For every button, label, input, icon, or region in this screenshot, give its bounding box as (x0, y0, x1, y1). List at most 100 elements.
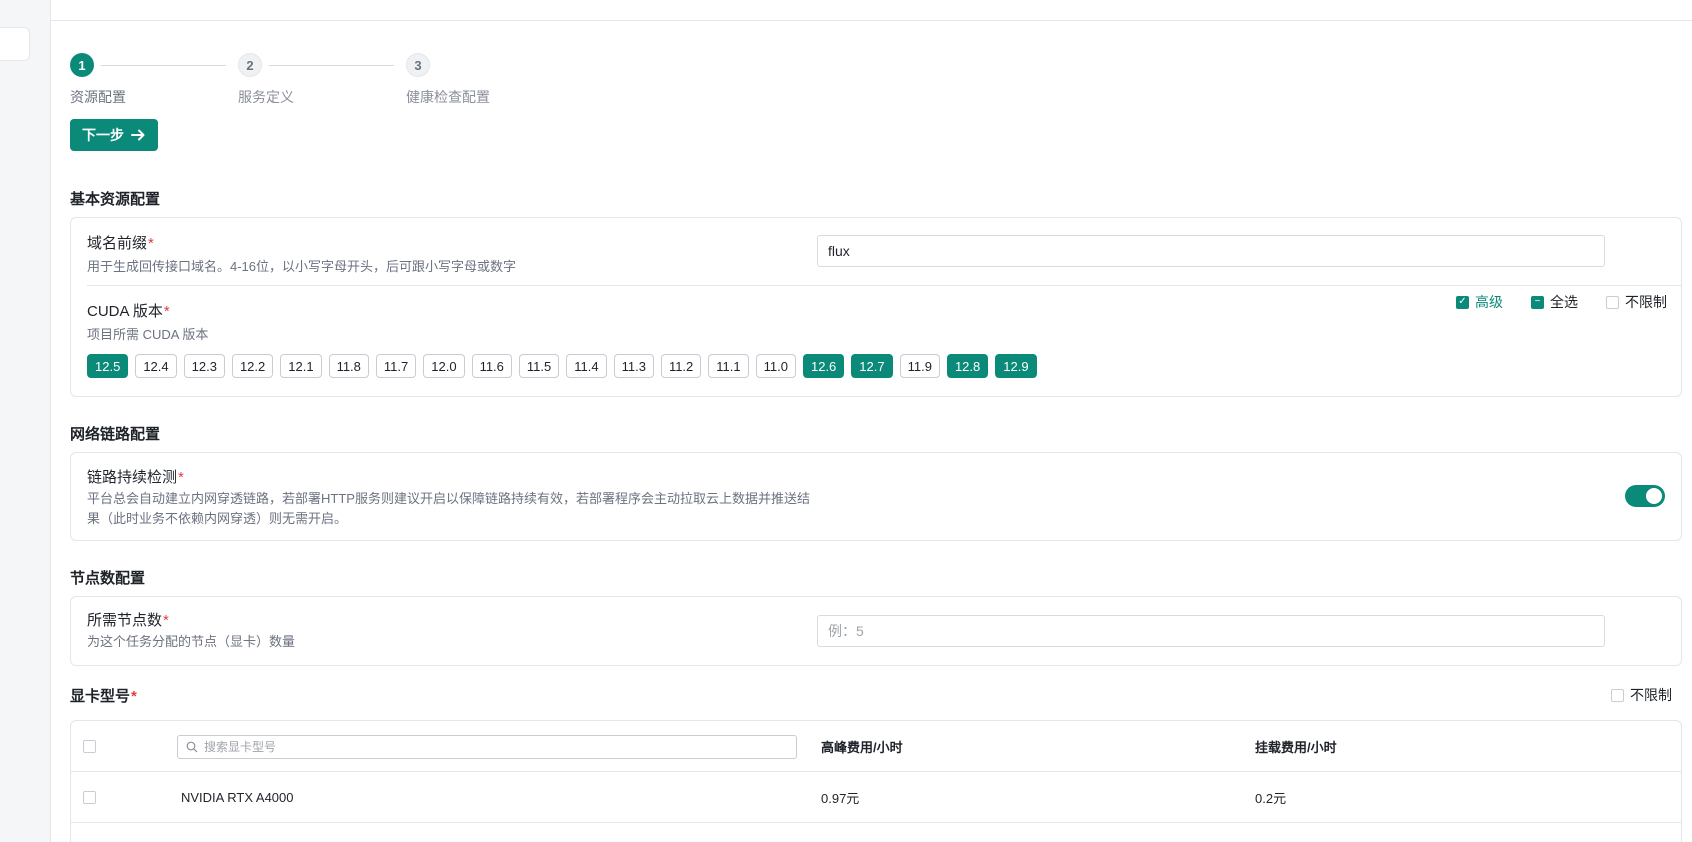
cuda-version-tag[interactable]: 12.9 (995, 354, 1037, 378)
check-icon: ✓ (1456, 295, 1469, 309)
basic-section-title: 基本资源配置 (70, 191, 161, 208)
top-bar (51, 0, 1692, 21)
cuda-version-tag[interactable]: 12.2 (231, 354, 274, 378)
persist-desc-line1: 平台总会自动建立内网穿透链路，若部署HTTP服务则建议开启以保障链路持续有效，若… (87, 491, 810, 506)
step-2-number: 2 (238, 53, 262, 77)
cuda-version-tag[interactable]: 11.9 (899, 354, 940, 378)
arrow-right-icon (131, 129, 145, 141)
persist-toggle[interactable] (1625, 485, 1665, 507)
cuda-version-tag[interactable]: 11.4 (566, 354, 607, 378)
node-count-label: 所需节点数 (87, 612, 163, 629)
indeterminate-icon: − (1531, 295, 1544, 309)
cuda-version-tag[interactable]: 11.5 (518, 354, 560, 378)
cuda-version-tag[interactable]: 11.2 (660, 354, 702, 378)
gpu-table: 搜索显卡型号 高峰费用/小时 挂载费用/小时 NVIDIA RTX A4000 … (70, 720, 1682, 842)
step-2-label: 服务定义 (238, 89, 294, 105)
cuda-version-tag[interactable]: 12.8 (946, 354, 989, 378)
step-1[interactable]: 1 资源配置 (70, 53, 126, 105)
domain-prefix-input[interactable]: flux (817, 235, 1605, 267)
cuda-version-tag[interactable]: 12.3 (183, 354, 225, 378)
cuda-options: ✓ 高级 − 全选 不限制 (1456, 292, 1667, 312)
peak-cost: 0.97元 (821, 791, 860, 806)
step-connector (101, 65, 226, 66)
table-header-row: 搜索显卡型号 高峰费用/小时 挂载费用/小时 (71, 721, 1681, 772)
required-mark: * (163, 303, 170, 320)
select-all-label: 全选 (1550, 294, 1578, 310)
cuda-version-tag[interactable]: 11.3 (613, 354, 654, 378)
search-icon (186, 741, 198, 752)
cuda-version-tag[interactable]: 11.1 (708, 354, 749, 378)
step-3[interactable]: 3 健康检查配置 (406, 53, 490, 105)
row-checkbox[interactable] (83, 823, 96, 842)
step-connector (269, 65, 394, 66)
domain-field-info: 域名前缀* 用于生成回传接口域名。4-16位，以小写字母开头，后可跟小写字母或数… (87, 232, 516, 277)
gpu-no-limit-label: 不限制 (1630, 687, 1672, 703)
step-3-number: 3 (406, 53, 430, 77)
row-checkbox[interactable] (83, 772, 96, 823)
step-1-number: 1 (70, 53, 94, 77)
nodes-section-title: 节点数配置 (70, 570, 146, 587)
cuda-version-tag[interactable]: 11.7 (375, 354, 417, 378)
cuda-version-tag[interactable]: 12.5 (87, 354, 129, 378)
nodes-card: 所需节点数* 为这个任务分配的节点（显卡）数量 例：5 (70, 596, 1682, 666)
cuda-label: CUDA 版本 (87, 303, 163, 320)
network-card: 链路持续检测* 平台总会自动建立内网穿透链路，若部署HTTP服务则建议开启以保障… (70, 452, 1682, 541)
next-step-button[interactable]: 下一步 (70, 119, 158, 151)
required-mark: * (163, 612, 169, 629)
node-count-input[interactable]: 例：5 (817, 615, 1605, 647)
basic-resource-card: 域名前缀* 用于生成回传接口域名。4-16位，以小写字母开头，后可跟小写字母或数… (70, 217, 1682, 397)
next-step-label: 下一步 (82, 127, 124, 143)
peak-cost-header: 高峰费用/小时 (821, 740, 903, 755)
step-2[interactable]: 2 服务定义 (238, 53, 294, 105)
toggle-knob (1646, 488, 1662, 504)
node-count-desc: 为这个任务分配的节点（显卡）数量 (87, 634, 296, 649)
cuda-version-tag[interactable]: 12.4 (135, 354, 177, 378)
divider (87, 285, 1681, 286)
mount-cost-header: 挂载费用/小时 (1255, 740, 1337, 755)
persist-desc-line2: 果（此时业务不依赖内网穿透）则无需开启。 (87, 511, 348, 526)
checkbox-empty-icon (1606, 295, 1619, 309)
cuda-version-tag[interactable]: 11.6 (471, 354, 512, 378)
table-row[interactable]: NVIDIA RTX A4000 0.97元 0.2元 (71, 772, 1681, 823)
select-all-rows-checkbox[interactable] (83, 721, 96, 772)
step-3-label: 健康检查配置 (406, 89, 490, 105)
domain-label: 域名前缀 (87, 235, 148, 252)
cuda-field-info: CUDA 版本* 项目所需 CUDA 版本 (87, 300, 208, 345)
persist-field-info: 链路持续检测* 平台总会自动建立内网穿透链路，若部署HTTP服务则建议开启以保障… (87, 466, 810, 529)
gpu-title-text: 显卡型号 (70, 688, 131, 705)
required-mark: * (178, 469, 184, 486)
sidebar (0, 0, 51, 842)
stepper: 1 资源配置 2 服务定义 3 健康检查配置 (70, 53, 630, 113)
domain-desc: 用于生成回传接口域名。4-16位，以小写字母开头，后可跟小写字母或数字 (87, 259, 517, 274)
required-mark: * (148, 235, 154, 252)
no-limit-checkbox[interactable]: 不限制 (1606, 292, 1667, 312)
persist-desc: 平台总会自动建立内网穿透链路，若部署HTTP服务则建议开启以保障链路持续有效，若… (87, 489, 810, 529)
node-count-field-info: 所需节点数* 为这个任务分配的节点（显卡）数量 (87, 609, 295, 652)
persist-label: 链路持续检测 (87, 469, 178, 486)
cuda-version-tag[interactable]: 12.1 (280, 354, 322, 378)
network-section-title: 网络链路配置 (70, 426, 161, 443)
sidebar-card[interactable] (0, 27, 30, 61)
no-limit-label: 不限制 (1625, 294, 1667, 310)
step-1-label: 资源配置 (70, 89, 126, 105)
cuda-version-tag[interactable]: 12.7 (851, 354, 893, 378)
cuda-version-tag[interactable]: 12.6 (802, 354, 845, 378)
gpu-search-placeholder: 搜索显卡型号 (204, 740, 277, 754)
gpu-search-input[interactable]: 搜索显卡型号 (177, 734, 797, 759)
advanced-label: 高级 (1475, 294, 1503, 310)
cuda-version-tag[interactable]: 11.8 (328, 354, 369, 378)
required-mark: * (131, 688, 137, 705)
select-all-checkbox[interactable]: − 全选 (1531, 292, 1578, 312)
advanced-checkbox[interactable]: ✓ 高级 (1456, 292, 1503, 312)
cuda-version-tags: 12.5 12.4 12.3 12.2 12.1 11.8 11.7 12.0 11.6 11.5… (87, 354, 1037, 378)
gpu-search: 搜索显卡型号 (177, 721, 797, 772)
table-row[interactable] (71, 823, 1681, 842)
cuda-version-tag[interactable]: 11.0 (755, 354, 796, 378)
cuda-version-tag[interactable]: 12.0 (423, 354, 465, 378)
gpu-no-limit-checkbox[interactable]: 不限制 (1611, 685, 1672, 705)
mount-cost: 0.2元 (1255, 791, 1287, 806)
gpu-section-title: 显卡型号* (70, 685, 137, 706)
gpu-model-name: NVIDIA RTX A4000 (181, 790, 294, 805)
cuda-desc: 项目所需 CUDA 版本 (87, 327, 209, 342)
checkbox-empty-icon (1611, 688, 1624, 702)
